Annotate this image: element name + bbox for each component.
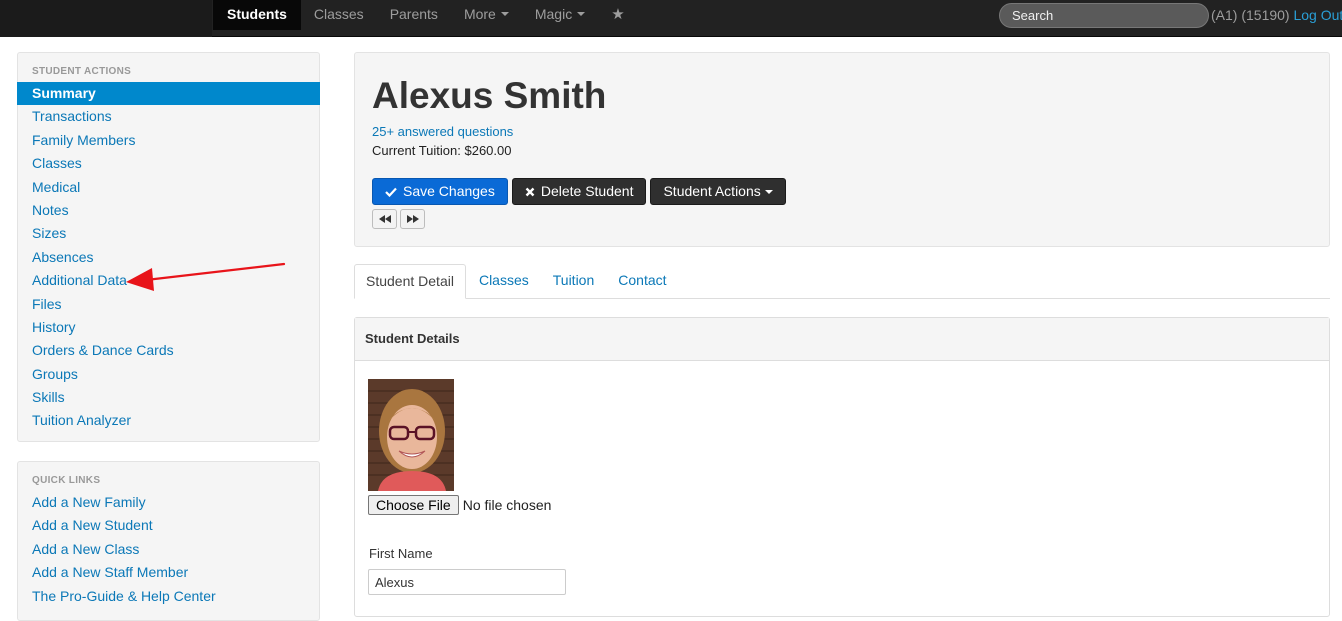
account-id: (A1) (15190)	[1211, 7, 1290, 23]
delete-student-label: Delete Student	[540, 183, 634, 199]
current-tuition: Current Tuition: $260.00	[372, 143, 512, 158]
tab-contact[interactable]: Contact	[607, 264, 677, 299]
main-nav: Students Classes Parents More Magic ★	[213, 0, 638, 30]
sidebar-item-groups[interactable]: Groups	[18, 363, 319, 386]
record-navigation	[372, 209, 425, 229]
quick-links-heading: QUICK LINKS	[32, 475, 101, 486]
nav-favorites[interactable]: ★	[598, 0, 637, 30]
sidebar-item-history[interactable]: History	[18, 316, 319, 339]
save-changes-label: Save Changes	[403, 183, 495, 199]
chevron-down-icon	[577, 12, 586, 17]
no-file-text: No file chosen	[462, 497, 552, 513]
sidebar-item-orders-dance-cards[interactable]: Orders & Dance Cards	[18, 339, 319, 362]
student-details-heading: Student Details	[355, 318, 1329, 361]
delete-student-button[interactable]: Delete Student	[511, 178, 647, 205]
sidebar-item-sizes[interactable]: Sizes	[18, 222, 319, 245]
logo-area[interactable]	[0, 0, 212, 37]
sidebar-item-skills[interactable]: Skills	[18, 386, 319, 409]
sidebar-item-files[interactable]: Files	[18, 293, 319, 316]
nav-magic-label: Magic	[534, 6, 573, 22]
save-changes-button[interactable]: Save Changes	[372, 178, 508, 205]
first-name-label: First Name	[369, 546, 433, 561]
check-icon	[385, 187, 397, 197]
logout-link[interactable]: Log Out	[1293, 7, 1342, 23]
top-navbar: Students Classes Parents More Magic ★ (A…	[0, 0, 1342, 37]
nav-students[interactable]: Students	[213, 0, 301, 30]
tab-classes[interactable]: Classes	[468, 264, 540, 299]
account-info: (A1) (15190) Log Out	[1211, 7, 1342, 23]
student-details-panel: Student Details Choose File No file chos…	[354, 317, 1330, 617]
student-name: Alexus Smith	[372, 75, 607, 116]
nav-parents[interactable]: Parents	[377, 0, 451, 30]
action-buttons: Save Changes Delete Student Student Acti…	[372, 178, 786, 205]
answered-questions-link[interactable]: 25+ answered questions	[372, 124, 513, 139]
first-name-field[interactable]	[368, 569, 566, 595]
quick-link-add-staff[interactable]: Add a New Staff Member	[18, 561, 319, 584]
quick-link-add-class[interactable]: Add a New Class	[18, 538, 319, 561]
sidebar-item-transactions[interactable]: Transactions	[18, 105, 319, 128]
next-student-button[interactable]	[400, 209, 425, 229]
choose-file-button[interactable]: Choose File	[368, 495, 459, 515]
quick-links-panel: QUICK LINKS Add a New Family Add a New S…	[17, 461, 320, 621]
student-photo	[368, 379, 454, 491]
rewind-icon	[378, 215, 391, 223]
student-header-panel: Alexus Smith 25+ answered questions Curr…	[354, 52, 1330, 247]
student-actions-panel: STUDENT ACTIONS Summary Transactions Fam…	[17, 52, 320, 442]
student-tabs: Student Detail Classes Tuition Contact	[354, 264, 1330, 299]
nav-more-label: More	[463, 6, 496, 22]
quick-link-add-student[interactable]: Add a New Student	[18, 514, 319, 537]
nav-more[interactable]: More	[451, 0, 522, 30]
student-actions-dropdown[interactable]: Student Actions	[650, 178, 786, 205]
chevron-down-icon	[500, 12, 509, 17]
quick-link-help-center[interactable]: The Pro-Guide & Help Center	[18, 585, 319, 608]
nav-classes[interactable]: Classes	[301, 0, 377, 30]
sidebar-item-summary[interactable]: Summary	[17, 82, 320, 106]
tab-student-detail[interactable]: Student Detail	[354, 264, 466, 299]
tab-tuition[interactable]: Tuition	[542, 264, 606, 299]
sidebar-item-medical[interactable]: Medical	[18, 176, 319, 199]
fast-forward-icon	[406, 215, 419, 223]
previous-student-button[interactable]	[372, 209, 397, 229]
close-icon	[525, 187, 535, 196]
sidebar-item-tuition-analyzer[interactable]: Tuition Analyzer	[18, 409, 319, 432]
quick-link-add-family[interactable]: Add a New Family	[18, 491, 319, 514]
search-input[interactable]	[999, 3, 1209, 28]
nav-magic[interactable]: Magic	[522, 0, 598, 30]
student-actions-heading: STUDENT ACTIONS	[32, 66, 132, 77]
sidebar-item-family-members[interactable]: Family Members	[18, 129, 319, 152]
student-actions-label: Student Actions	[663, 183, 761, 199]
sidebar-item-notes[interactable]: Notes	[18, 199, 319, 222]
chevron-down-icon	[764, 189, 773, 194]
star-icon: ★	[611, 6, 625, 23]
red-arrow-annotation	[126, 262, 286, 291]
sidebar-item-classes[interactable]: Classes	[18, 152, 319, 175]
photo-upload: Choose File No file chosen	[368, 495, 551, 515]
